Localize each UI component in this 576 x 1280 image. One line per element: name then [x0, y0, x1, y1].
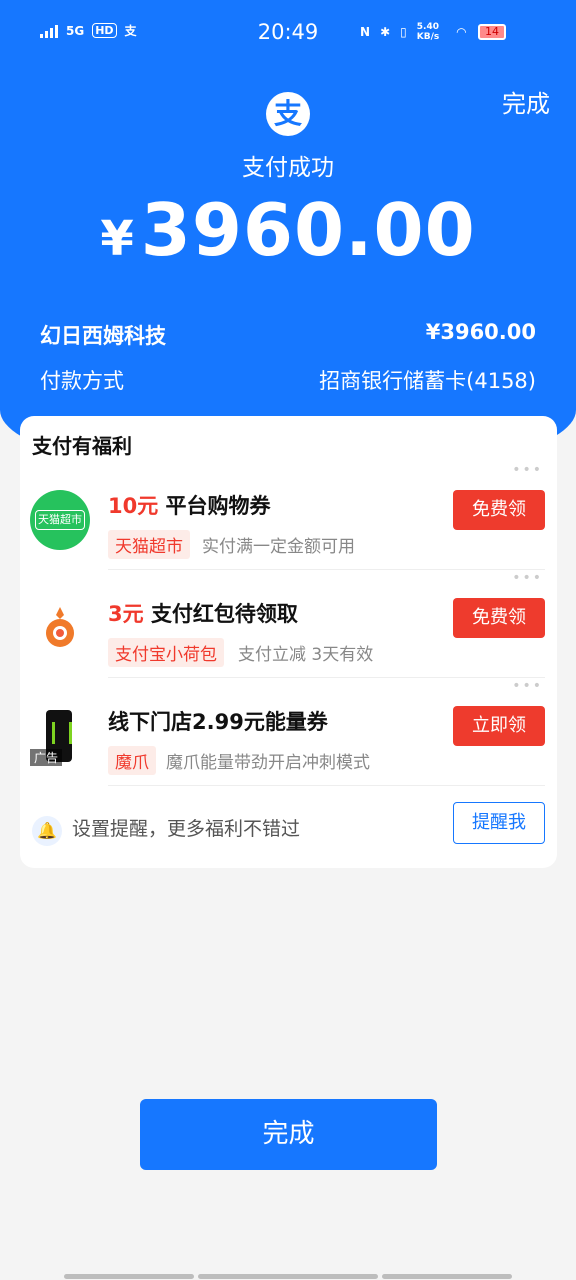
payment-amount: ¥3960.00	[0, 188, 576, 272]
payment-method-row: 付款方式 招商银行储蓄卡(4158)	[40, 365, 536, 395]
monster-energy-icon: 广告	[30, 706, 90, 766]
more-options-icon[interactable]: •••	[512, 678, 543, 694]
benefits-card: 支付有福利 ••• 天猫超市 10元 平台购物券 天猫超市 实付满一定金额可用 …	[20, 416, 557, 868]
tmall-supermarket-icon: 天猫超市	[30, 490, 90, 550]
offer-desc: 魔爪能量带劲开启冲刺模式	[166, 753, 370, 773]
merchant-row: 幻日西姆科技 ¥3960.00	[40, 320, 536, 350]
payment-method-label: 付款方式	[40, 369, 124, 393]
status-bar: 5G HD 支 20:49 N ✱ ▯ 5.40 KB/s ◠ 14	[0, 0, 576, 66]
payment-method-value: 招商银行储蓄卡(4158)	[319, 369, 536, 393]
claim-free-button[interactable]: 免费领	[453, 490, 545, 530]
ad-badge: 广告	[30, 749, 63, 766]
hebao-logo-icon	[46, 607, 74, 647]
reminder-row: 🔔 设置提醒，更多福利不错过 提醒我	[20, 802, 557, 862]
nav-indicator	[64, 1274, 194, 1279]
offer-title: 3元 支付红包待领取	[108, 602, 298, 626]
offer-item[interactable]: ••• 3元 支付红包待领取 支付宝小荷包 支付立减 3天有效 免费领	[20, 570, 557, 678]
offer-tag: 支付宝小荷包	[108, 638, 224, 667]
offer-desc: 支付立减 3天有效	[238, 645, 374, 665]
offer-tag: 魔爪	[108, 746, 156, 775]
more-options-icon[interactable]: •••	[512, 570, 543, 586]
done-button[interactable]: 完成	[140, 1099, 437, 1170]
amount-value: 3960.00	[140, 188, 476, 272]
alipay-logo-icon: 支	[266, 92, 310, 136]
nfc-icon: N	[360, 25, 371, 39]
offer-item[interactable]: ••• 广告 线下门店2.99元能量券 魔爪 魔爪能量带劲开启冲刺模式 立即领	[20, 678, 557, 786]
reminder-text: 设置提醒，更多福利不错过	[72, 818, 301, 840]
battery-level: 14	[478, 24, 506, 40]
bell-icon: 🔔	[32, 816, 62, 846]
benefits-title: 支付有福利	[32, 434, 132, 458]
merchant-name: 幻日西姆科技	[40, 324, 166, 348]
claim-now-button[interactable]: 立即领	[453, 706, 545, 746]
offer-title: 10元 平台购物券	[108, 494, 271, 518]
more-options-icon[interactable]: •••	[512, 462, 543, 478]
remind-me-button[interactable]: 提醒我	[453, 802, 545, 844]
hebao-icon	[30, 598, 90, 658]
nav-indicator	[382, 1274, 512, 1279]
done-top-button[interactable]: 完成	[502, 84, 550, 119]
offer-tag: 天猫超市	[108, 530, 190, 559]
offer-desc: 实付满一定金额可用	[202, 537, 355, 557]
offer-title: 线下门店2.99元能量券	[108, 710, 328, 734]
payment-success-title: 支付成功	[242, 155, 334, 181]
offer-item[interactable]: ••• 天猫超市 10元 平台购物券 天猫超市 实付满一定金额可用 免费领	[20, 462, 557, 570]
wifi-icon: ◠	[456, 25, 466, 39]
vibrate-icon: ▯	[400, 25, 407, 39]
battery-icon: 14	[478, 24, 506, 40]
nav-indicator	[198, 1274, 378, 1279]
merchant-amount: ¥3960.00	[425, 320, 536, 344]
claim-free-button[interactable]: 免费领	[453, 598, 545, 638]
currency-symbol: ¥	[100, 211, 135, 267]
bluetooth-icon: ✱	[380, 25, 391, 39]
divider	[108, 785, 545, 786]
status-right: N ✱ ▯ 5.40 KB/s ◠	[360, 22, 466, 42]
network-speed: 5.40 KB/s	[416, 22, 440, 42]
